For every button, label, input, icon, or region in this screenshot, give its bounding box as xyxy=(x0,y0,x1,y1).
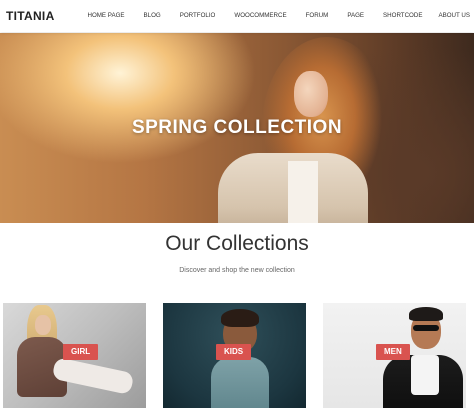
site-logo[interactable]: TITANIA xyxy=(6,9,55,23)
men-image-hair xyxy=(409,307,443,321)
hero-title: SPRING COLLECTION xyxy=(131,117,343,138)
nav-shortcode[interactable]: SHORTCODE xyxy=(383,12,422,19)
nav-about-us[interactable]: ABOUT US xyxy=(438,12,470,19)
girl-image-face xyxy=(35,315,51,335)
men-image-collar xyxy=(411,355,439,395)
nav-forum[interactable]: FORUM xyxy=(306,12,329,19)
nav-home-page[interactable]: HOME PAGE xyxy=(88,12,125,19)
hero-model-shirt xyxy=(288,161,318,223)
collection-card-girl[interactable]: GIRL xyxy=(3,303,146,408)
collections-subtitle: Discover and shop the new collection xyxy=(179,267,295,274)
collection-card-kids[interactable]: KIDS xyxy=(163,303,306,408)
hero-banner: SPRING COLLECTION xyxy=(0,33,474,223)
main-nav: HOME PAGE BLOG PORTFOLIO WOOCOMMERCE FOR… xyxy=(88,12,471,19)
collection-label-men[interactable]: MEN xyxy=(376,344,410,360)
site-header: TITANIA HOME PAGE BLOG PORTFOLIO WOOCOMM… xyxy=(0,0,474,32)
nav-woocommerce[interactable]: WOOCOMMERCE xyxy=(234,12,286,19)
collection-card-men[interactable]: MEN xyxy=(323,303,466,408)
nav-portfolio[interactable]: PORTFOLIO xyxy=(180,12,216,19)
collections-title: Our Collections xyxy=(165,232,309,255)
nav-page[interactable]: PAGE xyxy=(347,12,364,19)
kids-image-hair xyxy=(221,309,259,327)
nav-blog[interactable]: BLOG xyxy=(144,12,161,19)
collection-label-girl[interactable]: GIRL xyxy=(63,344,99,360)
men-image-sunglasses xyxy=(413,325,439,331)
hero-model-face xyxy=(294,71,328,117)
collection-label-kids[interactable]: KIDS xyxy=(216,344,252,360)
kids-image-body xyxy=(211,357,269,408)
